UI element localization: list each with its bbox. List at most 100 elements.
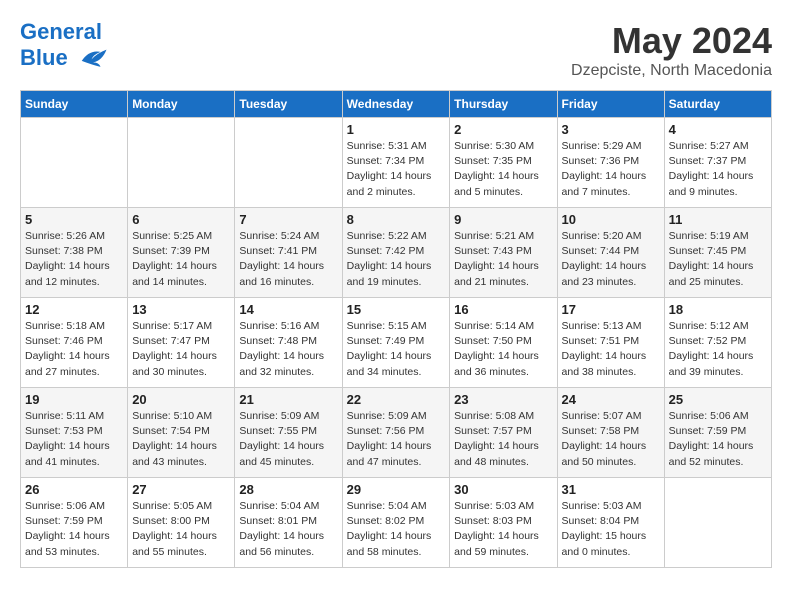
month-year-title: May 2024: [571, 20, 772, 62]
day-number: 18: [669, 302, 767, 317]
calendar-cell: 31 Sunrise: 5:03 AMSunset: 8:04 PMDayligh…: [557, 478, 664, 568]
calendar-cell: 6 Sunrise: 5:25 AMSunset: 7:39 PMDaylight…: [128, 208, 235, 298]
day-number: 2: [454, 122, 552, 137]
calendar-cell: 20Sunrise: 5:10 AMSunset: 7:54 PMDayligh…: [128, 388, 235, 478]
header-day-friday: Friday: [557, 91, 664, 118]
location-title: Dzepciste, North Macedonia: [571, 62, 772, 80]
calendar-cell: 21 Sunrise: 5:09 AMSunset: 7:55 PMDayligh…: [235, 388, 342, 478]
calendar-table: SundayMondayTuesdayWednesdayThursdayFrid…: [20, 90, 772, 568]
calendar-cell: 29 Sunrise: 5:04 AMSunset: 8:02 PMDayligh…: [342, 478, 450, 568]
day-info: Sunrise: 5:05 AMSunset: 8:00 PMDaylight:…: [132, 499, 230, 560]
day-number: 14: [239, 302, 337, 317]
day-number: 8: [347, 212, 446, 227]
calendar-cell: 4 Sunrise: 5:27 AMSunset: 7:37 PMDaylight…: [664, 118, 771, 208]
week-row-4: 19Sunrise: 5:11 AMSunset: 7:53 PMDayligh…: [21, 388, 772, 478]
day-info: Sunrise: 5:30 AMSunset: 7:35 PMDaylight:…: [454, 139, 552, 200]
calendar-cell: 24 Sunrise: 5:07 AMSunset: 7:58 PMDayligh…: [557, 388, 664, 478]
calendar-cell: 10 Sunrise: 5:20 AMSunset: 7:44 PMDayligh…: [557, 208, 664, 298]
day-number: 17: [562, 302, 660, 317]
day-number: 24: [562, 392, 660, 407]
calendar-cell: 15Sunrise: 5:15 AMSunset: 7:49 PMDayligh…: [342, 298, 450, 388]
day-number: 29: [347, 482, 446, 497]
day-info: Sunrise: 5:15 AMSunset: 7:49 PMDaylight:…: [347, 319, 446, 380]
day-info: Sunrise: 5:20 AMSunset: 7:44 PMDaylight:…: [562, 229, 660, 290]
header-row: SundayMondayTuesdayWednesdayThursdayFrid…: [21, 91, 772, 118]
day-number: 5: [25, 212, 123, 227]
day-info: Sunrise: 5:06 AMSunset: 7:59 PMDaylight:…: [669, 409, 767, 470]
calendar-cell: 11Sunrise: 5:19 AMSunset: 7:45 PMDayligh…: [664, 208, 771, 298]
day-info: Sunrise: 5:04 AMSunset: 8:01 PMDaylight:…: [239, 499, 337, 560]
day-info: Sunrise: 5:06 AMSunset: 7:59 PMDaylight:…: [25, 499, 123, 560]
calendar-cell: 26 Sunrise: 5:06 AMSunset: 7:59 PMDayligh…: [21, 478, 128, 568]
calendar-cell: 18 Sunrise: 5:12 AMSunset: 7:52 PMDayligh…: [664, 298, 771, 388]
day-info: Sunrise: 5:25 AMSunset: 7:39 PMDaylight:…: [132, 229, 230, 290]
calendar-cell: 14Sunrise: 5:16 AMSunset: 7:48 PMDayligh…: [235, 298, 342, 388]
header-day-sunday: Sunday: [21, 91, 128, 118]
week-row-5: 26 Sunrise: 5:06 AMSunset: 7:59 PMDayligh…: [21, 478, 772, 568]
day-info: Sunrise: 5:09 AMSunset: 7:55 PMDaylight:…: [239, 409, 337, 470]
header-day-saturday: Saturday: [664, 91, 771, 118]
day-number: 10: [562, 212, 660, 227]
day-number: 31: [562, 482, 660, 497]
day-info: Sunrise: 5:08 AMSunset: 7:57 PMDaylight:…: [454, 409, 552, 470]
day-info: Sunrise: 5:19 AMSunset: 7:45 PMDaylight:…: [669, 229, 767, 290]
day-number: 7: [239, 212, 337, 227]
calendar-cell: 28 Sunrise: 5:04 AMSunset: 8:01 PMDayligh…: [235, 478, 342, 568]
day-number: 9: [454, 212, 552, 227]
header-day-monday: Monday: [128, 91, 235, 118]
day-info: Sunrise: 5:11 AMSunset: 7:53 PMDaylight:…: [25, 409, 123, 470]
day-number: 1: [347, 122, 446, 137]
header-day-tuesday: Tuesday: [235, 91, 342, 118]
day-number: 21: [239, 392, 337, 407]
week-row-1: 1Sunrise: 5:31 AMSunset: 7:34 PMDaylight…: [21, 118, 772, 208]
title-block: May 2024 Dzepciste, North Macedonia: [571, 20, 772, 80]
day-number: 4: [669, 122, 767, 137]
day-number: 12: [25, 302, 123, 317]
day-info: Sunrise: 5:04 AMSunset: 8:02 PMDaylight:…: [347, 499, 446, 560]
logo-bird-icon: [78, 44, 108, 74]
calendar-cell: 12 Sunrise: 5:18 AMSunset: 7:46 PMDayligh…: [21, 298, 128, 388]
day-info: Sunrise: 5:10 AMSunset: 7:54 PMDaylight:…: [132, 409, 230, 470]
day-info: Sunrise: 5:03 AMSunset: 8:04 PMDaylight:…: [562, 499, 660, 560]
day-info: Sunrise: 5:12 AMSunset: 7:52 PMDaylight:…: [669, 319, 767, 380]
calendar-cell: 13Sunrise: 5:17 AMSunset: 7:47 PMDayligh…: [128, 298, 235, 388]
calendar-body: 1Sunrise: 5:31 AMSunset: 7:34 PMDaylight…: [21, 118, 772, 568]
day-info: Sunrise: 5:29 AMSunset: 7:36 PMDaylight:…: [562, 139, 660, 200]
logo: General Blue: [20, 20, 108, 74]
week-row-2: 5 Sunrise: 5:26 AMSunset: 7:38 PMDaylight…: [21, 208, 772, 298]
day-number: 28: [239, 482, 337, 497]
calendar-cell: [21, 118, 128, 208]
day-number: 6: [132, 212, 230, 227]
day-info: Sunrise: 5:07 AMSunset: 7:58 PMDaylight:…: [562, 409, 660, 470]
day-number: 3: [562, 122, 660, 137]
calendar-cell: 30Sunrise: 5:03 AMSunset: 8:03 PMDayligh…: [450, 478, 557, 568]
day-number: 22: [347, 392, 446, 407]
day-info: Sunrise: 5:22 AMSunset: 7:42 PMDaylight:…: [347, 229, 446, 290]
calendar-cell: 22 Sunrise: 5:09 AMSunset: 7:56 PMDayligh…: [342, 388, 450, 478]
calendar-cell: [235, 118, 342, 208]
day-info: Sunrise: 5:27 AMSunset: 7:37 PMDaylight:…: [669, 139, 767, 200]
day-info: Sunrise: 5:14 AMSunset: 7:50 PMDaylight:…: [454, 319, 552, 380]
day-info: Sunrise: 5:09 AMSunset: 7:56 PMDaylight:…: [347, 409, 446, 470]
calendar-cell: 8 Sunrise: 5:22 AMSunset: 7:42 PMDaylight…: [342, 208, 450, 298]
day-info: Sunrise: 5:21 AMSunset: 7:43 PMDaylight:…: [454, 229, 552, 290]
calendar-cell: 3 Sunrise: 5:29 AMSunset: 7:36 PMDaylight…: [557, 118, 664, 208]
calendar-cell: 25Sunrise: 5:06 AMSunset: 7:59 PMDayligh…: [664, 388, 771, 478]
day-number: 26: [25, 482, 123, 497]
logo-blue: Blue: [20, 45, 68, 70]
day-number: 13: [132, 302, 230, 317]
day-info: Sunrise: 5:26 AMSunset: 7:38 PMDaylight:…: [25, 229, 123, 290]
day-info: Sunrise: 5:24 AMSunset: 7:41 PMDaylight:…: [239, 229, 337, 290]
day-number: 23: [454, 392, 552, 407]
calendar-cell: 23 Sunrise: 5:08 AMSunset: 7:57 PMDayligh…: [450, 388, 557, 478]
logo-general: General: [20, 19, 102, 44]
day-info: Sunrise: 5:13 AMSunset: 7:51 PMDaylight:…: [562, 319, 660, 380]
calendar-cell: 7 Sunrise: 5:24 AMSunset: 7:41 PMDaylight…: [235, 208, 342, 298]
day-number: 30: [454, 482, 552, 497]
calendar-cell: 1Sunrise: 5:31 AMSunset: 7:34 PMDaylight…: [342, 118, 450, 208]
calendar-header: SundayMondayTuesdayWednesdayThursdayFrid…: [21, 91, 772, 118]
header-day-wednesday: Wednesday: [342, 91, 450, 118]
calendar-cell: [128, 118, 235, 208]
calendar-cell: 16Sunrise: 5:14 AMSunset: 7:50 PMDayligh…: [450, 298, 557, 388]
day-info: Sunrise: 5:18 AMSunset: 7:46 PMDaylight:…: [25, 319, 123, 380]
